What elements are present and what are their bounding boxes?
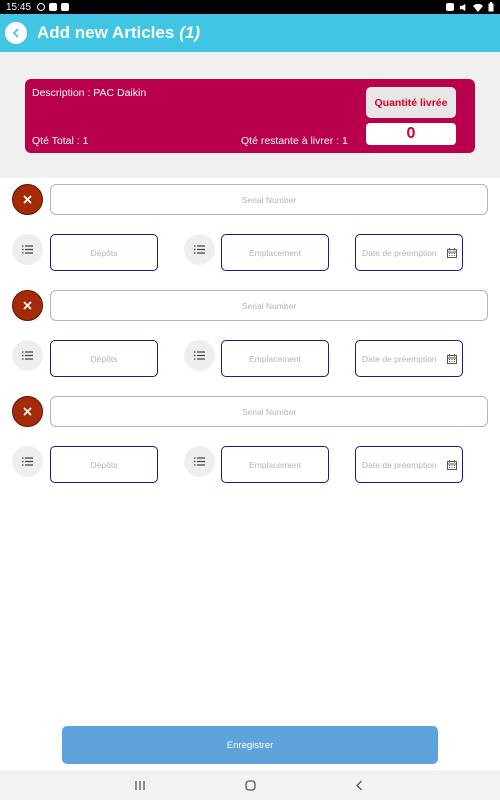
depot-list-button[interactable] <box>12 234 43 265</box>
location-list-button[interactable] <box>184 446 215 477</box>
remove-article-button[interactable] <box>12 290 43 321</box>
location-input[interactable]: Emplacement <box>221 340 329 377</box>
recent-apps-button[interactable] <box>133 778 147 792</box>
expiry-date-placeholder: Date de préemption <box>362 353 437 364</box>
remove-article-button[interactable] <box>12 396 43 427</box>
list-icon <box>194 351 205 360</box>
home-icon <box>244 779 256 791</box>
youtube-icon <box>49 3 58 11</box>
list-icon <box>194 457 205 466</box>
list-icon <box>194 245 205 254</box>
location-input[interactable]: Emplacement <box>221 446 329 483</box>
page-title: Add new Articles <box>37 23 175 42</box>
calendar-icon <box>447 460 457 470</box>
description-label: Description : PAC Daikin <box>32 87 147 99</box>
serial-number-input[interactable]: Serial Number <box>50 290 488 321</box>
status-bar: 15:45 <box>0 0 500 14</box>
article-entry: Serial Number Dépôts Emplacement Date de… <box>0 184 500 290</box>
wifi-icon <box>473 3 483 12</box>
article-count: (1) <box>179 23 201 42</box>
expiry-date-input[interactable]: Date de préemption <box>355 446 463 483</box>
list-icon <box>22 351 33 360</box>
recent-apps-icon <box>135 780 145 790</box>
expiry-date-input[interactable]: Date de préemption <box>355 234 463 271</box>
depot-input[interactable]: Dépôts <box>50 446 158 483</box>
article-entry: Serial Number Dépôts Emplacement Date de… <box>0 396 500 502</box>
remove-article-button[interactable] <box>12 184 43 215</box>
total-quantity-label: Qté Total : 1 <box>32 135 89 147</box>
app-bar: Add new Articles (1) <box>0 14 500 52</box>
alarm-icon <box>446 3 454 11</box>
calendar-icon <box>447 354 457 364</box>
remaining-quantity-label: Qté restante à livrer : 1 <box>241 135 348 147</box>
list-icon <box>22 457 33 466</box>
chevron-left-icon <box>13 28 19 38</box>
close-icon <box>23 407 32 416</box>
list-icon <box>22 245 33 254</box>
back-button[interactable] <box>5 22 27 44</box>
image-icon <box>61 3 70 11</box>
depot-list-button[interactable] <box>12 446 43 477</box>
location-list-button[interactable] <box>184 340 215 371</box>
calendar-icon <box>447 248 457 258</box>
serial-number-input[interactable]: Serial Number <box>50 396 488 427</box>
expiry-date-placeholder: Date de préemption <box>362 459 437 470</box>
delivered-quantity-value: 0 <box>366 123 456 145</box>
navigation-bar <box>0 770 500 800</box>
summary-section: Description : PAC Daikin Qté Total : 1 Q… <box>0 52 500 178</box>
article-entry: Serial Number Dépôts Emplacement Date de… <box>0 290 500 396</box>
summary-card: Description : PAC Daikin Qté Total : 1 Q… <box>25 79 475 153</box>
close-icon <box>23 301 32 310</box>
home-button[interactable] <box>243 778 257 792</box>
app-icon <box>37 3 46 11</box>
location-input[interactable]: Emplacement <box>221 234 329 271</box>
status-time: 15:45 <box>6 1 32 13</box>
battery-icon <box>488 2 494 12</box>
expiry-date-input[interactable]: Date de préemption <box>355 340 463 377</box>
close-icon <box>23 195 32 204</box>
back-icon <box>355 780 362 790</box>
mute-icon <box>459 3 466 11</box>
expiry-date-placeholder: Date de préemption <box>362 247 437 258</box>
serial-number-input[interactable]: Serial Number <box>50 184 488 215</box>
depot-input[interactable]: Dépôts <box>50 340 158 377</box>
depot-input[interactable]: Dépôts <box>50 234 158 271</box>
delivered-quantity-button[interactable]: Quantité livrée <box>366 87 456 118</box>
depot-list-button[interactable] <box>12 340 43 371</box>
location-list-button[interactable] <box>184 234 215 265</box>
save-button[interactable]: Enregistrer <box>62 726 438 764</box>
system-back-button[interactable] <box>352 778 366 792</box>
